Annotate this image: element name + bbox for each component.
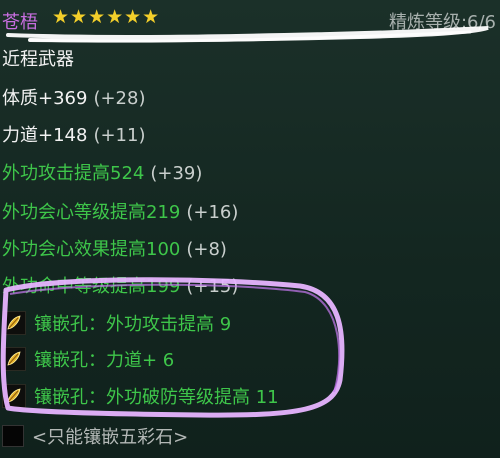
stat-row-crit-rating: 外功会心等级提高219 (+16) [2,198,238,224]
underline-annotation [6,26,489,43]
stat-row-constitution: 体质+369 (+28) [2,84,145,110]
stat-label: 外功会心效果提高100 [2,239,181,260]
item-tooltip: 苍梧 ★★★★★★ 精炼等级:6/6 近程武器 体质+369 (+28) 力道+1… [0,0,500,458]
stat-label: 外功会心等级提高219 [2,202,181,223]
weapon-type: 近程武器 [2,49,74,70]
star-rating: ★★★★★★ [52,6,161,28]
stat-bonus: (+39) [150,163,203,184]
stat-row-crit-effect: 外功会心效果提高100 (+8) [2,235,227,261]
stat-bonus: (+28) [93,88,146,109]
stat-label: 外功攻击提高524 [2,163,145,184]
stat-label: 力道+148 [2,125,88,146]
stat-row-attack: 外功攻击提高524 (+39) [2,159,202,185]
stat-bonus: (+16) [186,202,239,223]
circle-annotation [0,277,345,418]
stat-bonus: (+8) [186,239,227,260]
stat-row-strength: 力道+148 (+11) [2,121,145,147]
stat-bonus: (+11) [93,125,146,146]
stat-label: 体质+369 [2,88,88,109]
